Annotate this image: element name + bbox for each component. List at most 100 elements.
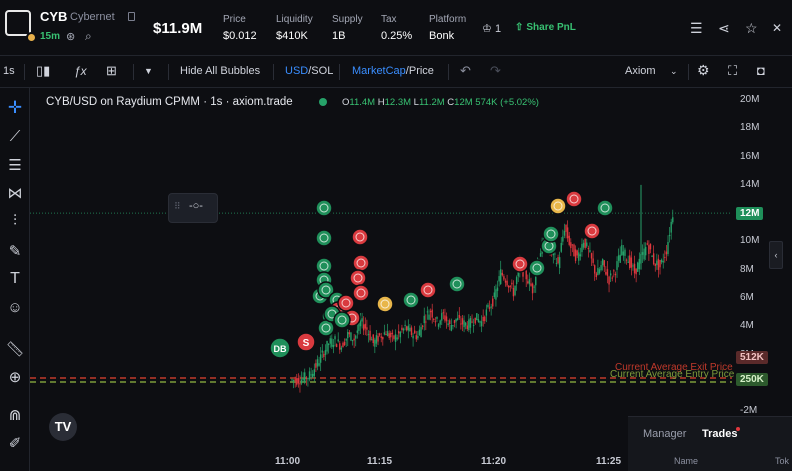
candle-body (350, 332, 352, 341)
candle-body (351, 340, 354, 342)
candle-body (353, 338, 355, 341)
close-icon[interactable]: ✕ (772, 21, 782, 35)
trade-bubble (337, 294, 355, 312)
brush-icon[interactable]: ✎ (0, 242, 30, 260)
emoji-icon[interactable]: ☺ (0, 299, 30, 316)
quote-sol: SOL (311, 65, 334, 77)
search-icon[interactable]: ⌕ (85, 29, 92, 44)
redo-icon[interactable]: ↷ (490, 63, 501, 79)
candle-body (291, 379, 293, 381)
price-chart[interactable]: DB S CYB/USD on Raydium CPMM · 1s · axiom… (30, 88, 735, 471)
legend-toggle-box[interactable]: ⠿ -○- (168, 193, 218, 223)
candle-body (659, 259, 661, 268)
y-tick: 4M (740, 320, 754, 332)
tab-manager[interactable]: Manager (643, 428, 686, 440)
candle-type-icon[interactable]: ▯▮ (36, 63, 50, 79)
interval-selector[interactable]: 1s (3, 65, 15, 77)
candle-body (672, 217, 674, 223)
link-icon[interactable]: ⊛ (66, 30, 75, 43)
candle-body (568, 235, 570, 245)
settings-gear-icon[interactable]: ⚙ (697, 62, 710, 79)
candle-body (670, 221, 672, 233)
collapse-panel-button[interactable]: ‹ (769, 241, 783, 269)
magnet-icon[interactable]: ⋒ (0, 406, 30, 424)
copy-icon[interactable] (128, 12, 135, 21)
candle-body (632, 265, 634, 267)
candle-body (449, 320, 451, 325)
fib-icon[interactable]: ⫶ (0, 212, 30, 229)
holders-indicator[interactable]: ♔ 1 (482, 22, 501, 35)
candle-body (450, 324, 453, 331)
share-icon[interactable]: ⋖ (718, 20, 730, 37)
bubble-label-db: DB (274, 344, 287, 354)
layout-grid-icon[interactable]: ⊞ (106, 63, 117, 79)
trade-bubble (448, 275, 466, 293)
stat-label-platform: Platform (429, 14, 467, 25)
metric-toggle[interactable]: MarketCap/Price (352, 65, 434, 77)
trade-bubble (333, 311, 351, 329)
indicators-icon[interactable]: ƒx (74, 64, 87, 78)
avg-entry-label: Current Average Entry Price (610, 369, 735, 380)
zoom-in-icon[interactable]: ⊕ (0, 368, 30, 386)
provider-selector[interactable]: Axiom (625, 65, 656, 77)
fullscreen-icon[interactable]: ⛶ (728, 63, 737, 79)
candle-body (426, 311, 429, 313)
pattern-icon[interactable]: ⋈ (0, 184, 30, 202)
ruler-icon[interactable]: 📏︎ (0, 340, 30, 358)
candle-body (506, 280, 508, 286)
candle-body (598, 269, 601, 274)
tab-trades[interactable]: Trades (702, 428, 737, 440)
trade-bubble (596, 199, 614, 217)
chart-canvas[interactable]: DB S (30, 88, 732, 471)
notification-dot (736, 427, 740, 431)
candle-body (393, 335, 395, 339)
text-tool-icon[interactable]: T (0, 270, 30, 288)
undo-icon[interactable]: ↶ (460, 63, 471, 79)
drag-handle-icon[interactable]: ⠿ (174, 201, 181, 212)
quote-toggle[interactable]: USD/SOL (285, 65, 333, 77)
candle-body (337, 339, 339, 342)
candle-body (456, 317, 459, 320)
candle-body (464, 322, 467, 326)
candle-body (601, 259, 604, 266)
lock-drawing-icon[interactable]: ✐ (0, 434, 30, 452)
chevron-down-icon[interactable]: ▼ (144, 66, 153, 76)
candle-body (375, 335, 378, 344)
candle-body (557, 257, 559, 264)
stat-value-price: $0.012 (223, 30, 257, 42)
trade-bubble (549, 197, 567, 215)
candle-body (530, 283, 532, 286)
candle-body (578, 252, 580, 261)
list-icon[interactable]: ☰ (690, 20, 703, 37)
camera-icon[interactable]: ◘ (757, 63, 765, 78)
star-icon[interactable]: ☆ (745, 20, 758, 37)
candle-body (412, 335, 414, 339)
candle-body (584, 238, 586, 248)
x-tick: 11:20 (481, 456, 507, 467)
candle-body (356, 330, 359, 333)
candle-body (421, 325, 424, 327)
candle-body (641, 252, 644, 255)
hide-bubbles-button[interactable]: Hide All Bubbles (180, 65, 260, 77)
price-axis[interactable]: 20M18M16M14M12M10M8M6M4M2M0-2M12M512K250… (732, 88, 792, 471)
trendline-icon[interactable]: ⟋ (0, 128, 30, 145)
candle-body (423, 315, 425, 324)
candle-body (364, 323, 366, 329)
crosshair-icon[interactable]: ✛ (0, 98, 30, 118)
chevron-down-icon[interactable]: ⌄ (670, 66, 678, 77)
candle-body (482, 316, 484, 322)
collapse-icon[interactable]: -○- (189, 200, 203, 212)
horizontal-lines-icon[interactable]: ☰ (0, 156, 30, 174)
divider (339, 64, 340, 80)
tradingview-logo[interactable]: TV (49, 413, 77, 441)
candle-body (429, 310, 432, 313)
candle-body (627, 261, 629, 263)
candle-body (313, 369, 316, 376)
candle-body (574, 249, 577, 261)
token-avatar[interactable] (5, 10, 31, 36)
candle-body (394, 334, 397, 343)
share-pnl-button[interactable]: ⇧ Share PnL (515, 22, 576, 33)
candle-body (362, 324, 365, 331)
candle-body (515, 277, 518, 285)
y-tick: 14M (740, 178, 760, 190)
